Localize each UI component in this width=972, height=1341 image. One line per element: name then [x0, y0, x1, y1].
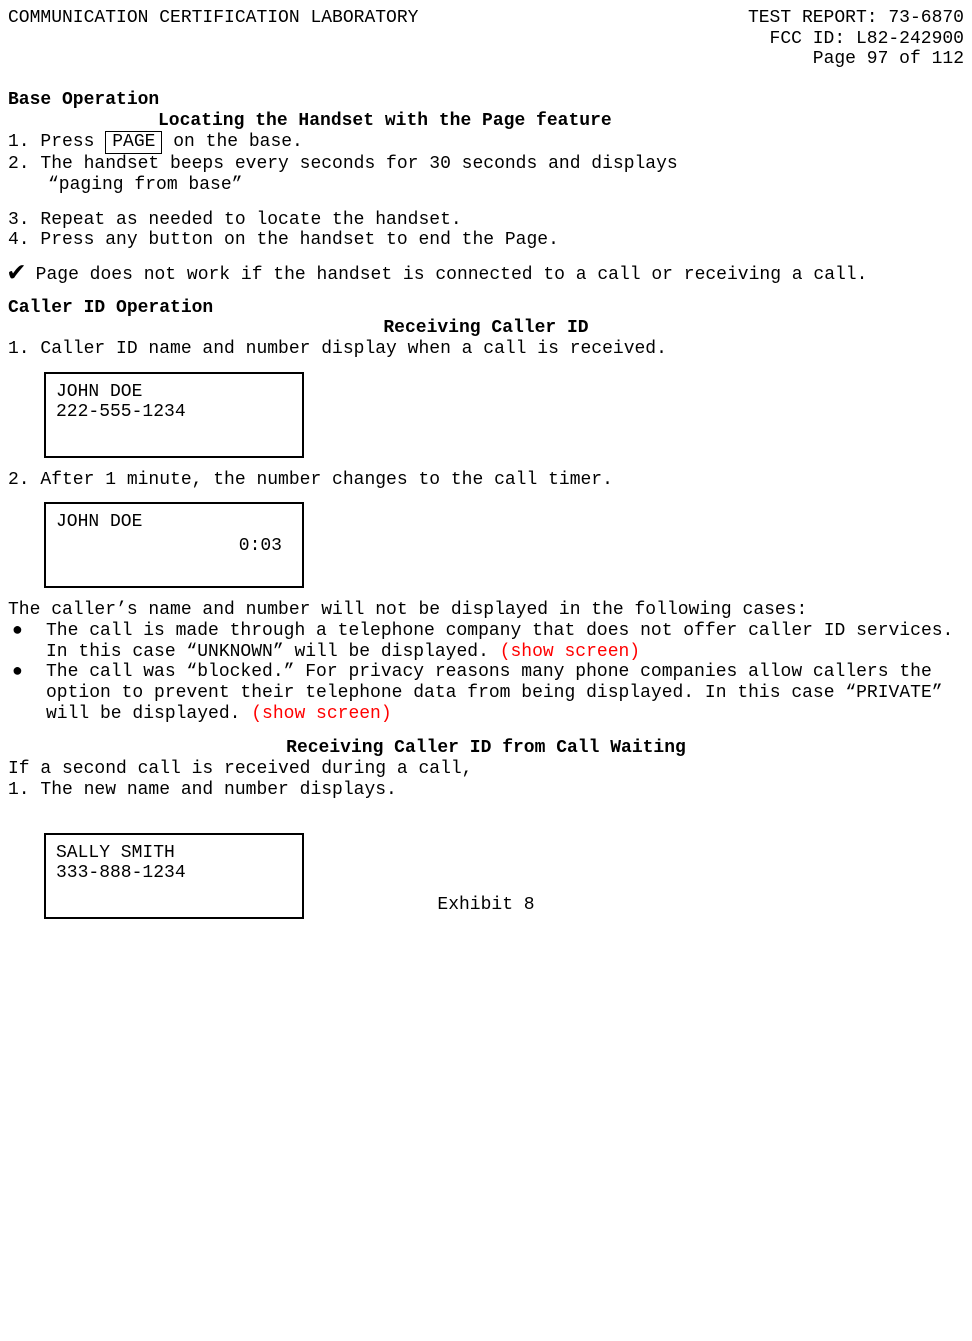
bullet-icon: ●	[12, 662, 24, 683]
bullet-icon: ●	[12, 621, 24, 642]
lab-name: COMMUNICATION CERTIFICATION LABORATORY	[8, 8, 418, 29]
base-step2a: 2. The handset beeps every seconds for 3…	[8, 154, 964, 175]
bullet-2: ● The call was “blocked.” For privacy re…	[12, 662, 964, 724]
display2-name: JOHN DOE	[56, 512, 292, 533]
locating-subtitle: Locating the Handset with the Page featu…	[8, 111, 964, 132]
page-note: ✔ Page does not work if the handset is c…	[8, 265, 964, 286]
display1-number: 222-555-1234	[56, 402, 292, 423]
callerid-step2: 2. After 1 minute, the number changes to…	[8, 470, 964, 491]
callerid-step1: 1. Caller ID name and number display whe…	[8, 339, 964, 360]
base-step4: 4. Press any button on the handset to en…	[8, 230, 964, 251]
display2-timer: 0:03	[239, 536, 282, 557]
call-waiting-subtitle: Receiving Caller ID from Call Waiting	[8, 738, 964, 759]
receiving-callerid-subtitle: Receiving Caller ID	[8, 318, 964, 339]
call-waiting-intro: If a second call is received during a ca…	[8, 759, 964, 780]
base-step2b: “paging from base”	[8, 175, 964, 196]
callerid-title: Caller ID Operation	[8, 298, 964, 319]
page-button-label: PAGE	[105, 131, 162, 154]
display3-name: SALLY SMITH	[56, 843, 292, 864]
report-line: TEST REPORT: 73-6870	[748, 8, 964, 29]
checkmark-icon: ✔	[8, 267, 25, 281]
display-box-1: JOHN DOE 222-555-1234	[44, 372, 304, 458]
fcc-line: FCC ID: L82-242900	[8, 29, 964, 50]
show-screen-1: (show screen)	[500, 642, 640, 662]
display3-number: 333-888-1234	[56, 863, 292, 884]
cases-intro: The caller’s name and number will not be…	[8, 600, 964, 621]
display1-name: JOHN DOE	[56, 382, 292, 403]
bullet-1: ● The call is made through a telephone c…	[12, 621, 964, 662]
base-step1: 1. Press PAGE on the base.	[8, 131, 964, 154]
base-step3: 3. Repeat as needed to locate the handse…	[8, 210, 964, 231]
page-line: Page 97 of 112	[8, 49, 964, 70]
call-waiting-step1: 1. The new name and number displays.	[8, 780, 964, 801]
base-operation-title: Base Operation	[8, 90, 964, 111]
display-box-2: JOHN DOE 0:03	[44, 502, 304, 588]
document-header: COMMUNICATION CERTIFICATION LABORATORY T…	[8, 8, 964, 70]
show-screen-2: (show screen)	[251, 704, 391, 724]
display-box-3: SALLY SMITH 333-888-1234	[44, 833, 304, 919]
